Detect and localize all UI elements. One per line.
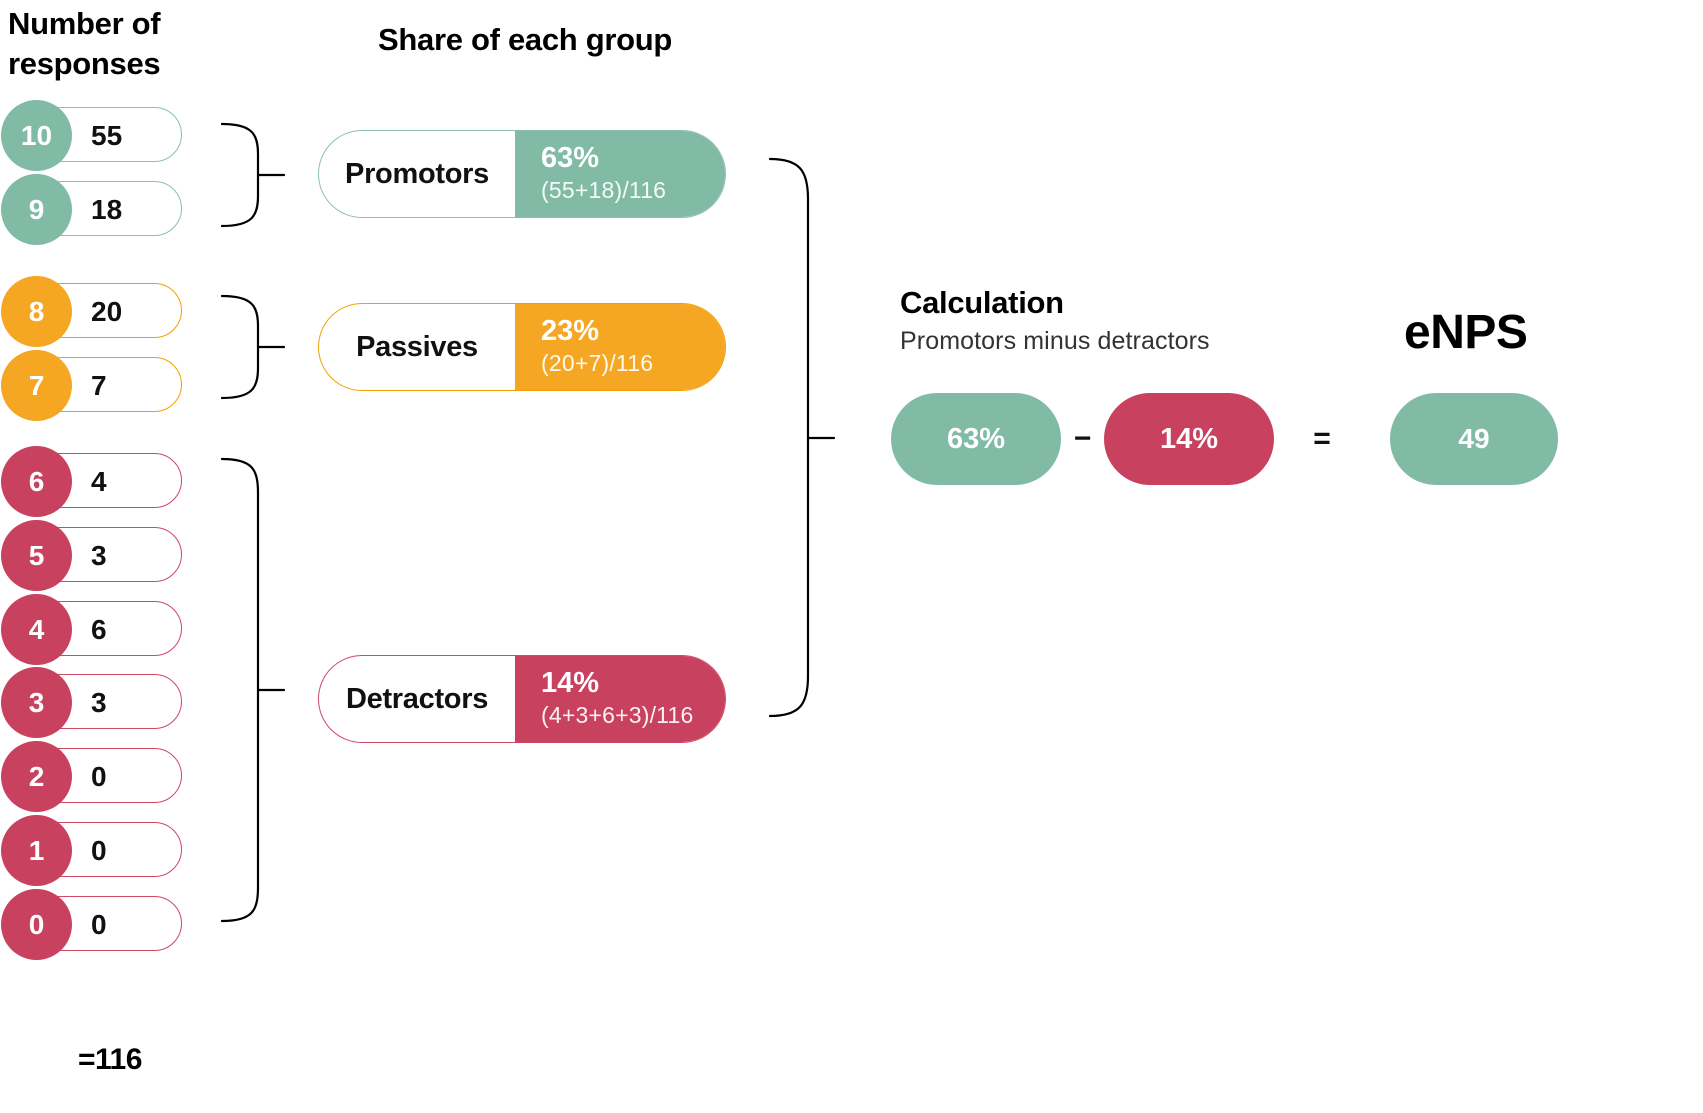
group-bar-passives: Passives 23% (20+7)/116 xyxy=(318,303,726,391)
response-count-value: 7 xyxy=(91,369,107,401)
response-row: 53 xyxy=(1,520,182,591)
response-count-value: 0 xyxy=(91,834,107,866)
page-title-share: Share of each group xyxy=(378,22,673,57)
response-count-value: 0 xyxy=(91,760,107,792)
response-score-badge: 7 xyxy=(1,350,72,421)
group-bar-detractors: Detractors 14% (4+3+6+3)/116 xyxy=(318,655,726,743)
group-bar-fill-promotors: 63% (55+18)/116 xyxy=(515,131,725,217)
response-row: 10 xyxy=(1,815,182,886)
response-row: 20 xyxy=(1,741,182,812)
response-count-value: 4 xyxy=(91,465,107,497)
response-count-value: 20 xyxy=(91,295,123,327)
group-bar-label-detractors: Detractors xyxy=(345,682,489,715)
response-count-value: 55 xyxy=(91,119,123,151)
response-score-badge: 9 xyxy=(1,174,72,245)
group-bar-percent-detractors: 14% xyxy=(541,667,600,700)
response-row: 77 xyxy=(1,350,182,421)
bracket-summary xyxy=(768,157,836,718)
bracket-passives xyxy=(220,294,286,400)
response-row: 8 20 xyxy=(1,276,182,347)
group-bar-fill-detractors: 14% (4+3+6+3)/116 xyxy=(515,656,725,742)
calc-chip-detractors: 14% xyxy=(1104,393,1274,485)
enps-title: eNPS xyxy=(1404,306,1528,359)
group-bar-label-promotors: Promotors xyxy=(345,157,489,190)
response-count-value: 3 xyxy=(91,539,107,571)
response-row: 64 xyxy=(1,446,182,517)
response-count-value: 18 xyxy=(91,193,123,225)
group-bar-percent-promotors: 63% xyxy=(541,142,600,175)
total-responses-label: =116 xyxy=(78,1043,142,1076)
response-row: 00 xyxy=(1,889,182,960)
minus-operator-icon: − xyxy=(1073,422,1092,455)
response-score-badge: 10 xyxy=(1,100,72,171)
response-score-badge: 2 xyxy=(1,741,72,812)
response-count-value: 0 xyxy=(91,908,107,940)
group-bar-fill-passives: 23% (20+7)/116 xyxy=(515,304,725,390)
response-score-badge: 1 xyxy=(1,815,72,886)
group-bar-formula-promotors: (55+18)/116 xyxy=(541,176,667,203)
response-score-badge: 8 xyxy=(1,276,72,347)
response-score-badge: 4 xyxy=(1,594,72,665)
response-count-value: 6 xyxy=(91,613,107,645)
response-score-badge: 5 xyxy=(1,520,72,591)
response-score-badge: 3 xyxy=(1,667,72,738)
bracket-detractors xyxy=(220,457,286,923)
page-title-responses: Number of responses xyxy=(8,6,161,81)
calculation-heading: Calculation xyxy=(900,285,1064,320)
group-bar-promotors: Promotors 63% (55+18)/116 xyxy=(318,130,726,218)
response-row: 9 18 xyxy=(1,174,182,245)
response-count-value: 3 xyxy=(91,686,107,718)
calculation-subtitle: Promotors minus detractors xyxy=(900,327,1210,355)
group-bar-label-passives: Passives xyxy=(356,330,478,363)
response-row: 33 xyxy=(1,667,182,738)
group-bar-formula-detractors: (4+3+6+3)/116 xyxy=(541,701,694,728)
calc-chip-result: 49 xyxy=(1390,393,1558,485)
calc-chip-promotors: 63% xyxy=(891,393,1061,485)
response-row: 46 xyxy=(1,594,182,665)
response-score-badge: 6 xyxy=(1,446,72,517)
group-bar-formula-passives: (20+7)/116 xyxy=(541,349,654,376)
enps-diagram: Number of responses Share of each group … xyxy=(0,0,1703,1113)
response-score-badge: 0 xyxy=(1,889,72,960)
response-row: 10 55 xyxy=(1,100,182,171)
group-bar-percent-passives: 23% xyxy=(541,315,600,348)
bracket-promotors xyxy=(220,122,286,228)
equals-operator-icon: = xyxy=(1313,422,1331,455)
